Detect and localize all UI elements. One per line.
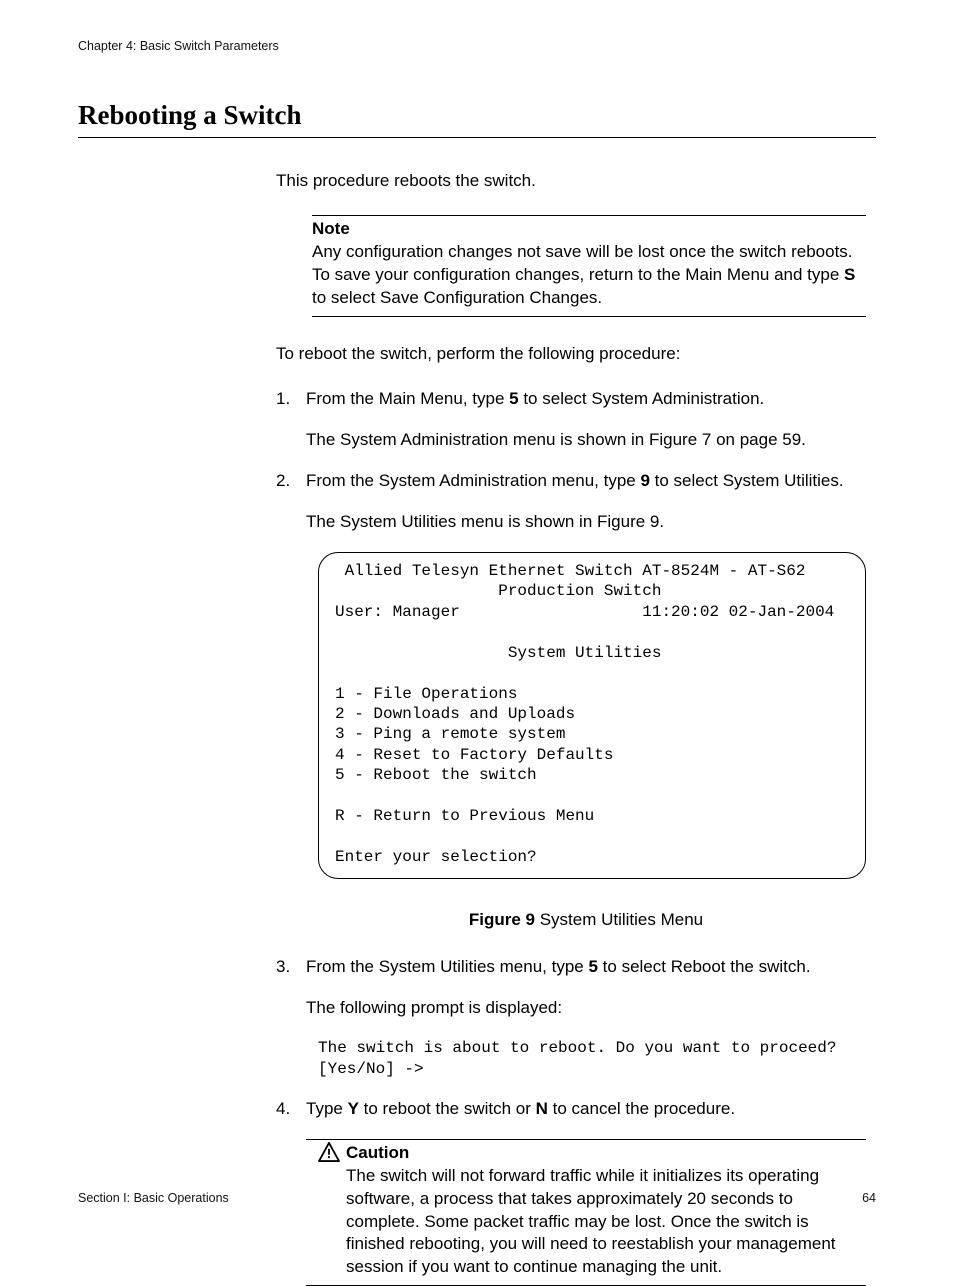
warning-icon [318,1142,340,1162]
note-key: S [844,265,855,284]
step-key: 5 [509,389,518,408]
step-2: 2. From the System Administration menu, … [276,470,866,932]
page-footer: Section I: Basic Operations 64 [78,1190,876,1207]
step-text: From the Main Menu, type [306,389,509,408]
step-text: to reboot the switch or [359,1099,536,1118]
step-number: 1. [276,388,290,411]
step-text: Type [306,1099,348,1118]
step-text: to select System Administration. [519,389,765,408]
page: Chapter 4: Basic Switch Parameters Reboo… [0,0,954,1235]
step-sub: The following prompt is displayed: [306,997,866,1020]
callout-bottom-rule [312,316,866,317]
procedure-list: 1. From the Main Menu, type 5 to select … [276,388,866,1286]
note-callout: Note Any configuration changes not save … [312,215,866,317]
step-key: N [536,1099,548,1118]
note-label: Note [312,219,350,238]
procedure-lead: To reboot the switch, perform the follow… [276,343,866,366]
step-number: 4. [276,1098,290,1121]
caution-callout: Caution The switch will not forward traf… [306,1139,866,1286]
terminal-frame: Allied Telesyn Ethernet Switch AT-8524M … [318,552,866,879]
step-number: 3. [276,956,290,979]
body-column: This procedure reboots the switch. Note … [276,170,866,1286]
note-text-2: to select Save Configuration Changes. [312,288,602,307]
step-key: 5 [588,957,597,976]
step-sub: The System Utilities menu is shown in Fi… [306,511,866,534]
title-rule [78,137,876,138]
step-text: From the System Utilities menu, type [306,957,588,976]
caution-text: The switch will not forward traffic whil… [346,1166,836,1277]
footer-section: Section I: Basic Operations [78,1190,229,1207]
footer-page-number: 64 [862,1190,876,1207]
step-text: to select System Utilities. [650,471,844,490]
note-text-1: Any configuration changes not save will … [312,242,853,284]
figure-label: Figure 9 [469,910,535,929]
step-number: 2. [276,470,290,493]
step-key: 9 [640,471,649,490]
step-text: to cancel the procedure. [548,1099,735,1118]
chapter-header: Chapter 4: Basic Switch Parameters [78,38,876,55]
terminal-content: Allied Telesyn Ethernet Switch AT-8524M … [335,561,849,868]
figure-text: System Utilities Menu [535,910,703,929]
step-text: to select Reboot the switch. [598,957,811,976]
section-title: Rebooting a Switch [78,97,876,133]
prompt-block: The switch is about to reboot. Do you wa… [318,1038,838,1080]
caution-label: Caution [346,1143,409,1162]
step-3: 3. From the System Utilities menu, type … [276,956,866,1080]
step-sub: The System Administration menu is shown … [306,429,866,452]
intro-paragraph: This procedure reboots the switch. [276,170,866,193]
step-text: From the System Administration menu, typ… [306,471,640,490]
figure-caption: Figure 9 System Utilities Menu [306,909,866,932]
step-key: Y [348,1099,359,1118]
step-1: 1. From the Main Menu, type 5 to select … [276,388,866,452]
